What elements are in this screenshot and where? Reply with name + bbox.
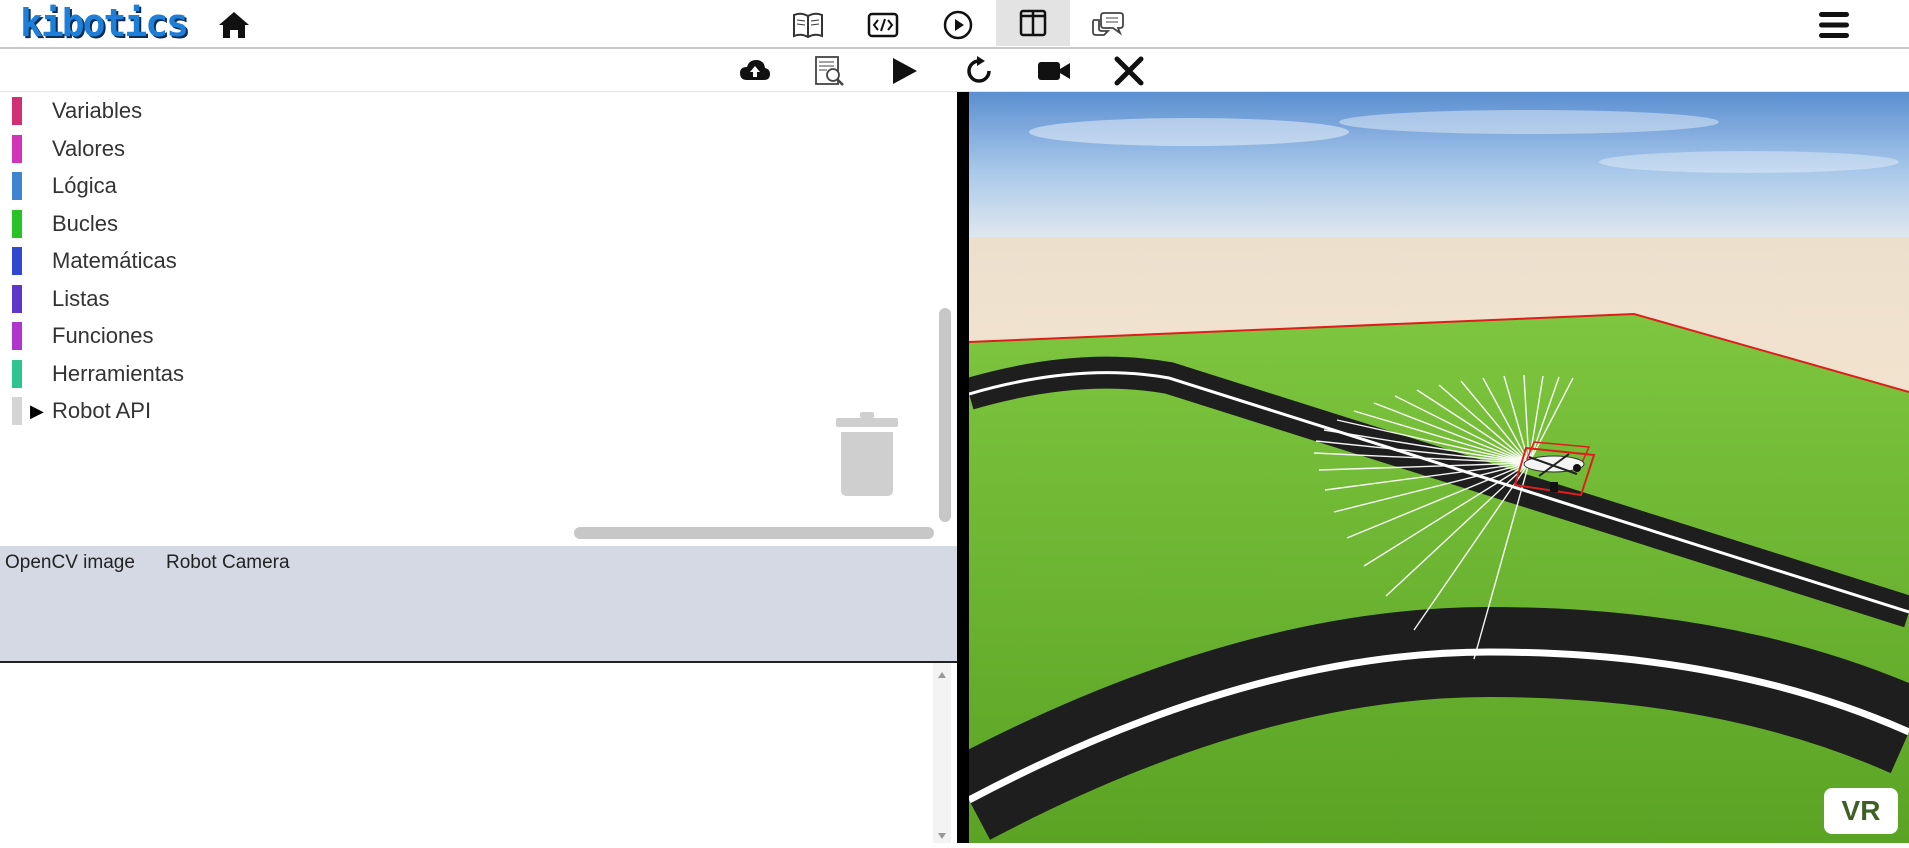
cloud-upload-icon[interactable] (733, 52, 777, 90)
category-color-bar (12, 397, 22, 425)
category-label: Listas (52, 286, 110, 311)
category-matematicas[interactable]: Matemáticas (12, 246, 177, 276)
panel-divider[interactable] (957, 92, 969, 843)
workspace-vertical-scrollbar[interactable] (939, 308, 951, 522)
chat-icon[interactable] (1082, 4, 1134, 46)
play-circle-icon[interactable] (932, 4, 984, 46)
code-inspect-icon[interactable] (807, 52, 851, 90)
hamburger-menu-icon[interactable] (1808, 4, 1860, 46)
close-icon[interactable] (1107, 52, 1151, 90)
category-valores[interactable]: Valores (12, 134, 125, 164)
opencv-image-tab[interactable]: OpenCV image (5, 552, 135, 574)
trash-can-icon[interactable] (834, 412, 900, 496)
category-label: Robot API (52, 398, 152, 423)
category-label: Herramientas (52, 361, 185, 386)
category-variables[interactable]: Variables (12, 96, 142, 126)
console-output[interactable] (0, 663, 957, 843)
simulator-3d-viewport[interactable] (969, 92, 1909, 843)
program-toolbar (0, 49, 1909, 92)
category-robot-api[interactable]: ▶ Robot API (12, 396, 151, 426)
simulator-scene (969, 92, 1909, 843)
blockly-workspace[interactable] (0, 92, 957, 544)
kibotics-logo[interactable]: kibotics (20, 1, 189, 45)
home-icon[interactable] (208, 4, 260, 46)
opencv-panel (0, 546, 957, 663)
workspace-horizontal-scrollbar[interactable] (574, 527, 934, 539)
category-bucles[interactable]: Bucles (12, 209, 118, 239)
expand-triangle-icon[interactable]: ▶ (30, 401, 52, 422)
category-label: Bucles (52, 211, 119, 236)
category-label: Valores (52, 136, 125, 161)
category-label: Lógica (52, 173, 117, 198)
book-icon[interactable] (782, 4, 834, 46)
category-color-bar (12, 360, 22, 388)
split-layout-icon[interactable] (996, 0, 1070, 46)
category-color-bar (12, 210, 22, 238)
video-camera-icon[interactable] (1032, 52, 1076, 90)
category-listas[interactable]: Listas (12, 284, 109, 314)
play-icon[interactable] (882, 52, 926, 90)
robot-camera-tab[interactable]: Robot Camera (166, 552, 290, 574)
category-color-bar (12, 97, 22, 125)
category-color-bar (12, 322, 22, 350)
code-icon[interactable] (857, 4, 909, 46)
category-label: Matemáticas (52, 248, 177, 273)
category-label: Variables (52, 98, 143, 123)
category-color-bar (12, 135, 22, 163)
vr-button[interactable]: VR (1824, 788, 1898, 834)
category-color-bar (12, 247, 22, 275)
category-color-bar (12, 172, 22, 200)
category-color-bar (12, 285, 22, 313)
category-funciones[interactable]: Funciones (12, 321, 154, 351)
category-label: Funciones (52, 323, 154, 348)
category-logica[interactable]: Lógica (12, 171, 117, 201)
console-scrollbar[interactable] (933, 663, 951, 843)
category-herramientas[interactable]: Herramientas (12, 359, 184, 389)
reload-icon[interactable] (957, 52, 1001, 90)
